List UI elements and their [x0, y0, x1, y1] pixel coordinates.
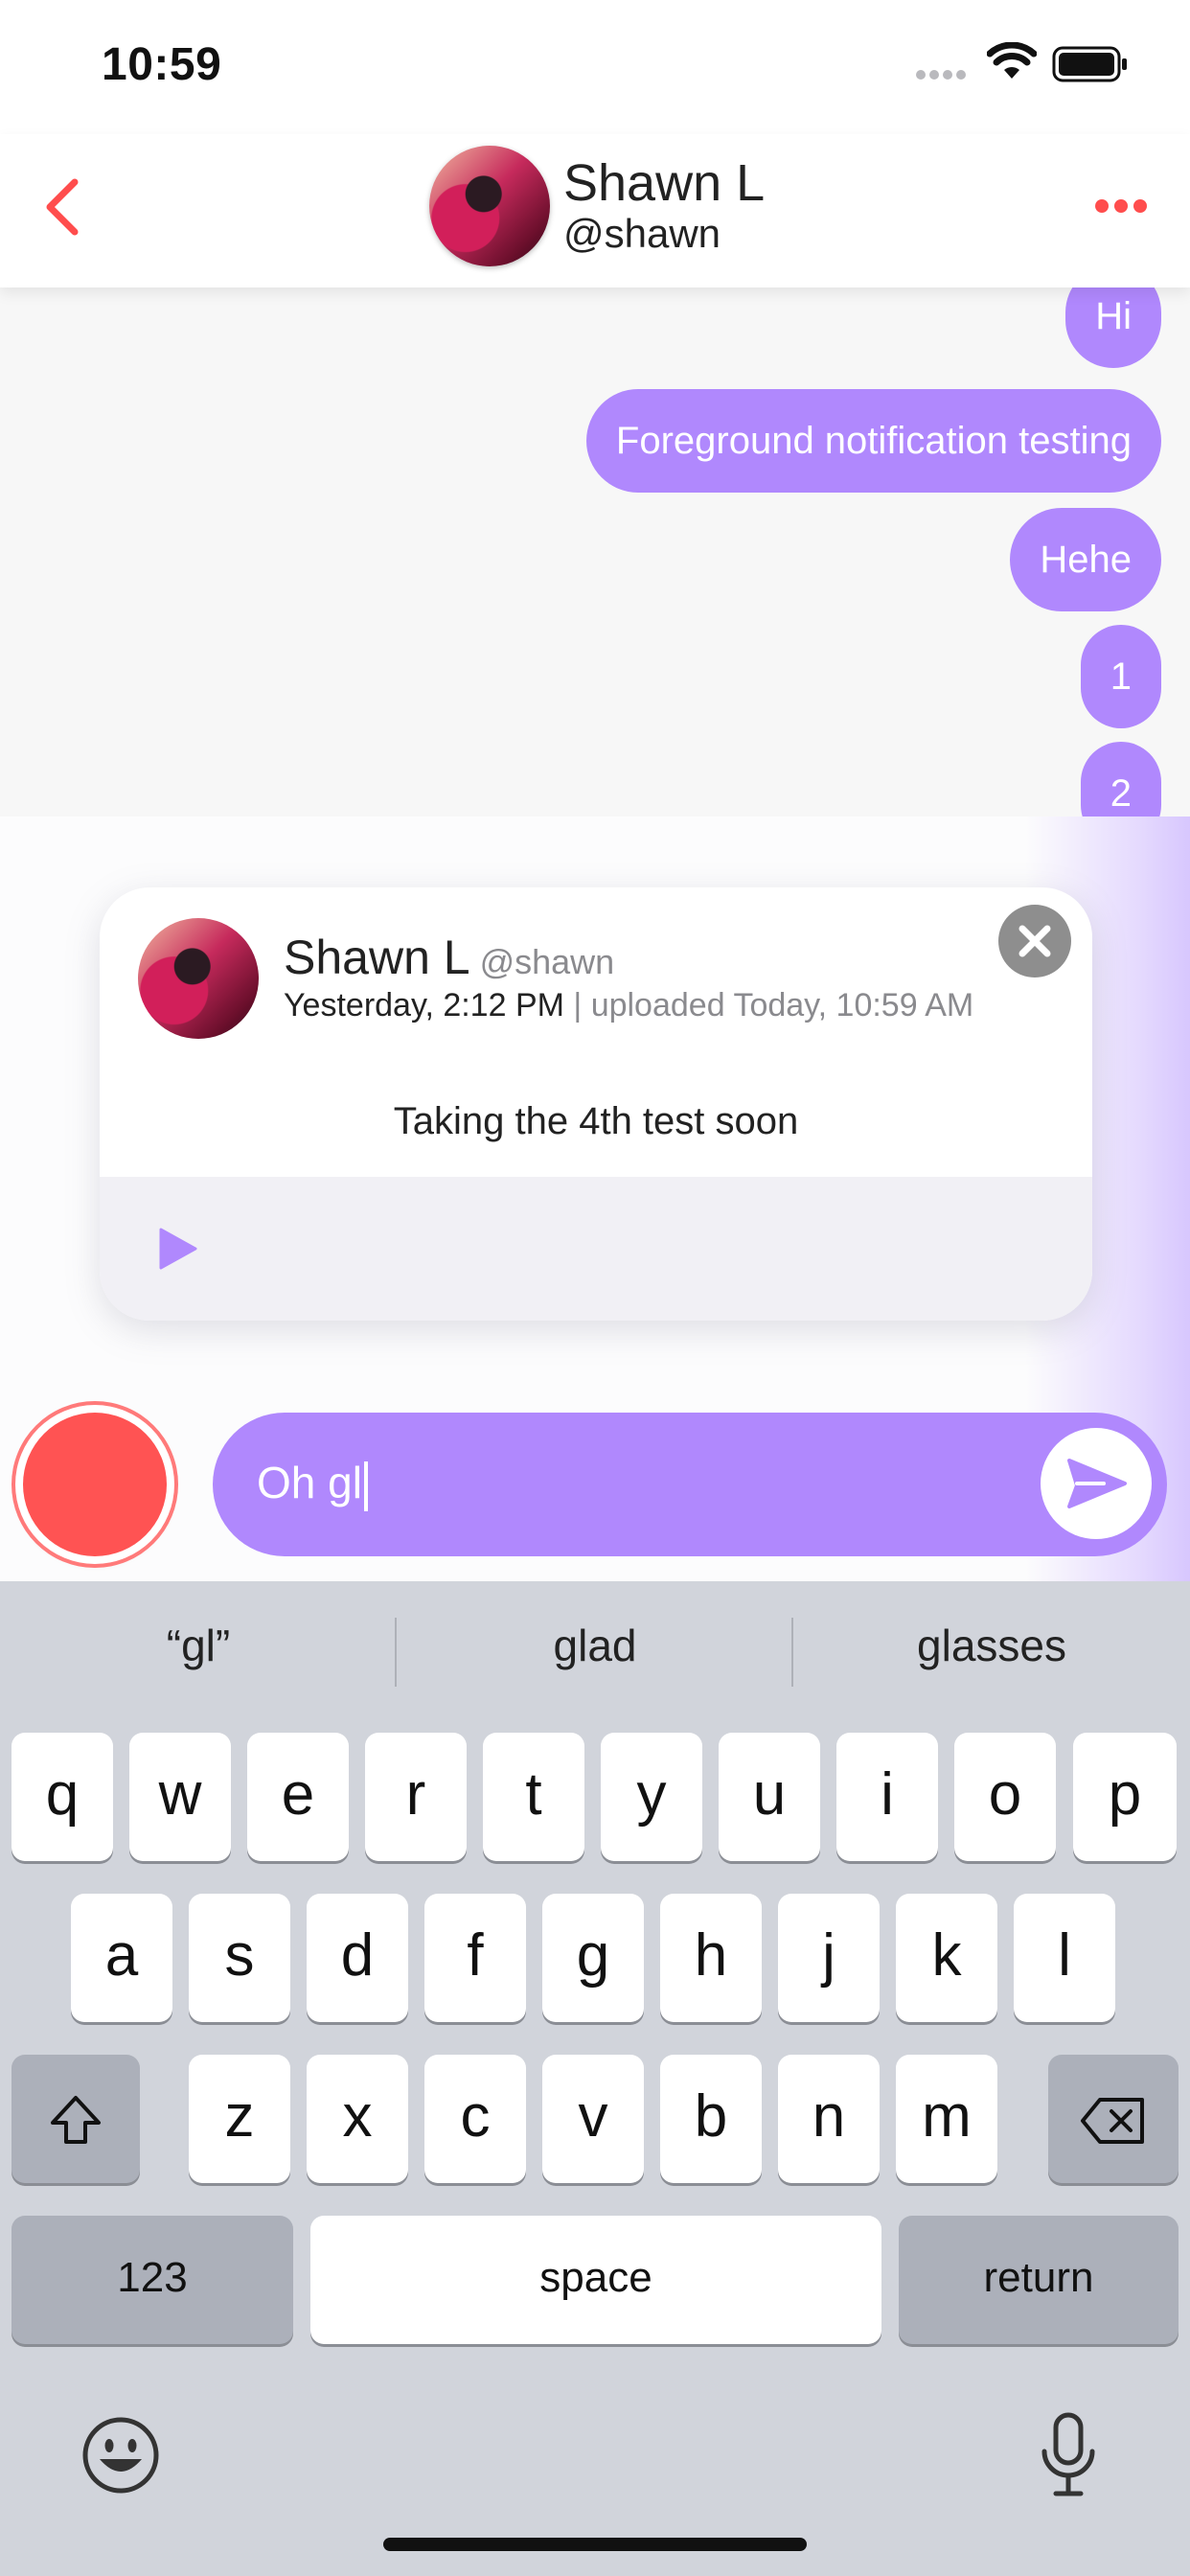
card-message: Taking the 4th test soon	[393, 1100, 799, 1142]
status-time: 10:59	[102, 39, 222, 90]
send-button[interactable]	[1041, 1428, 1152, 1539]
meta-separator: |	[563, 987, 591, 1024]
signal-icon	[916, 70, 966, 80]
key-k[interactable]: k	[896, 1894, 997, 2022]
key-h[interactable]: h	[660, 1894, 762, 2022]
header-handle: @shawn	[563, 211, 721, 256]
return-key[interactable]: return	[899, 2216, 1179, 2344]
home-indicator[interactable]	[383, 2538, 807, 2551]
key-s[interactable]: s	[189, 1894, 290, 2022]
battery-icon	[1052, 46, 1127, 82]
text-caret	[363, 1460, 368, 1511]
key-l[interactable]: l	[1014, 1894, 1115, 2022]
key-t[interactable]: t	[483, 1733, 584, 1861]
more-dots-icon[interactable]	[1092, 196, 1150, 216]
play-icon[interactable]	[153, 1225, 201, 1273]
message-bubble[interactable]: 2	[1080, 742, 1161, 816]
message-bubble[interactable]: Foreground notification testing	[585, 389, 1161, 493]
delete-key[interactable]	[1048, 2055, 1179, 2183]
suggestion-2[interactable]: glad	[397, 1620, 793, 1671]
recorded-time: Yesterday, 2:12 PM	[284, 987, 564, 1024]
key-i[interactable]: i	[836, 1733, 938, 1861]
key-c[interactable]: c	[424, 2055, 526, 2183]
key-n[interactable]: n	[778, 2055, 880, 2183]
suggestion-3[interactable]: glasses	[793, 1620, 1190, 1671]
key-j[interactable]: j	[778, 1894, 880, 2022]
key-y[interactable]: y	[601, 1733, 702, 1861]
key-g[interactable]: g	[542, 1894, 644, 2022]
card-timestamp: Yesterday, 2:12 PM | uploaded Today, 10:…	[284, 987, 973, 1024]
card-handle: @shawn	[479, 942, 615, 981]
card-name: Shawn L	[284, 931, 470, 984]
key-b[interactable]: b	[660, 2055, 762, 2183]
message-input[interactable]: Oh gl	[213, 1413, 1167, 1556]
keyboard: “gl” glad glasses q w e r t y u i o p a …	[0, 1581, 1190, 2576]
card-avatar	[138, 918, 259, 1039]
key-r[interactable]: r	[365, 1733, 467, 1861]
avatar[interactable]	[429, 146, 550, 266]
key-z[interactable]: z	[189, 2055, 290, 2183]
key-p[interactable]: p	[1073, 1733, 1177, 1861]
notification-card[interactable]: Shawn L @shawn Yesterday, 2:12 PM | uploa…	[100, 887, 1092, 1321]
key-m[interactable]: m	[896, 2055, 997, 2183]
microphone-icon[interactable]	[1035, 2411, 1102, 2499]
key-d[interactable]: d	[307, 1894, 408, 2022]
message-bubble[interactable]: Hehe	[1010, 508, 1161, 611]
input-value: Oh gl	[257, 1458, 362, 1507]
key-e[interactable]: e	[247, 1733, 349, 1861]
delete-icon	[1081, 2097, 1144, 2144]
emoji-icon[interactable]	[80, 2415, 161, 2496]
header-name: Shawn L	[563, 154, 766, 212]
shift-key[interactable]	[11, 2055, 140, 2183]
key-w[interactable]: w	[129, 1733, 231, 1861]
back-chevron-icon[interactable]	[38, 176, 92, 238]
message-bubble[interactable]: Hi	[1065, 288, 1161, 368]
send-icon	[1067, 1459, 1127, 1508]
key-f[interactable]: f	[424, 1894, 526, 2022]
numbers-key[interactable]: 123	[11, 2216, 293, 2344]
message-list[interactable]: Hi Foreground notification testing Hehe …	[0, 288, 1190, 816]
audio-player[interactable]	[100, 1177, 1092, 1321]
wifi-icon	[987, 42, 1037, 79]
card-sender: Shawn L @shawn	[284, 930, 614, 985]
space-key[interactable]: space	[310, 2216, 881, 2344]
key-v[interactable]: v	[542, 2055, 644, 2183]
close-icon[interactable]	[998, 905, 1071, 978]
key-o[interactable]: o	[954, 1733, 1056, 1861]
key-x[interactable]: x	[307, 2055, 408, 2183]
key-a[interactable]: a	[71, 1894, 172, 2022]
key-q[interactable]: q	[11, 1733, 113, 1861]
key-u[interactable]: u	[719, 1733, 820, 1861]
uploaded-time: uploaded Today, 10:59 AM	[590, 987, 974, 1024]
record-button[interactable]	[23, 1413, 167, 1556]
suggestion-1[interactable]: “gl”	[0, 1620, 397, 1671]
shift-icon	[51, 2095, 101, 2144]
message-bubble[interactable]: 1	[1080, 625, 1161, 728]
input-value-wrap: Oh gl	[257, 1457, 368, 1511]
